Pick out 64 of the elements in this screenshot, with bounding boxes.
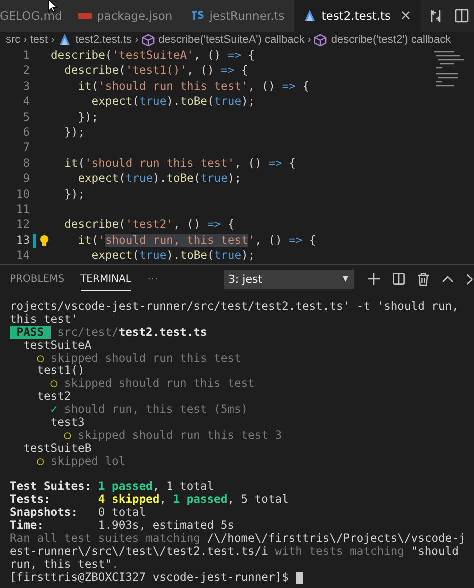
- breadcrumb-separator: ›: [308, 34, 312, 46]
- code-line: expect(true).toBe(true);: [77, 171, 242, 187]
- code-line: expect(true).toBe(true);: [90, 248, 256, 264]
- terminal-line: ○ skipped should run this test: [36, 352, 242, 365]
- breadcrumb-item[interactable]: test2.test.ts: [58, 33, 132, 47]
- editor-tab[interactable]: jestRunner.ts: [182, 0, 294, 32]
- editor-tab[interactable]: package.json: [69, 0, 182, 32]
- terminal-line: ○ skipped should run this test 3: [63, 430, 282, 443]
- line-number: 6: [22, 124, 30, 140]
- line-number: 8: [22, 156, 30, 172]
- terminal-line: run, this test".: [10, 558, 119, 572]
- breadcrumb-item[interactable]: test: [30, 34, 48, 46]
- close-icon[interactable]: ×: [400, 8, 412, 24]
- line-number: 10: [15, 186, 30, 202]
- line-number: 13: [15, 232, 30, 248]
- code-line: it('should run this test', () => {: [64, 156, 296, 172]
- terminal-line: ○ skipped lol: [36, 456, 126, 469]
- terminal-line: this test': [10, 314, 78, 327]
- terminal-line: ○ skipped should run this test: [50, 378, 255, 392]
- terminal-line: Snapshots: 0 total: [10, 507, 146, 520]
- code-line: describe('test2', () => {: [64, 217, 235, 233]
- line-number: 7: [22, 140, 30, 156]
- line-number: 1: [22, 48, 30, 64]
- terminal-line: test1(): [36, 365, 85, 378]
- shell-prompt: [firsttris@ZBOXCI327 vscode-jest-runner]$: [10, 572, 290, 585]
- terminal-line: est-runner\/src\/test\/test2.test.ts/i with tests matching "should: [10, 546, 459, 559]
- line-number: 11: [15, 202, 30, 218]
- editor-tab[interactable]: test2.test.ts ×: [294, 0, 421, 32]
- line-number: 2: [22, 63, 30, 79]
- line-number: 5: [22, 110, 30, 125]
- line-number: 14: [15, 248, 30, 264]
- code-line: });: [77, 110, 99, 125]
- terminal-line: ✓ should run, this test (5ms): [50, 404, 248, 418]
- breadcrumb-item[interactable]: src: [6, 34, 21, 46]
- terminal-line: test2: [36, 391, 72, 404]
- breadcrumb-separator: ›: [24, 34, 28, 46]
- line-number: 12: [15, 217, 30, 233]
- breadcrumb-separator: ›: [135, 34, 139, 46]
- breadcrumb-item[interactable]: describe('testSuiteA') callback: [142, 34, 305, 46]
- terminal-line: Tests: 4 skipped, 1 passed, 5 total: [10, 494, 289, 507]
- more-button[interactable]: ···: [147, 273, 158, 285]
- panel-tab[interactable]: PROBLEMS: [10, 268, 65, 290]
- code-line: });: [64, 186, 86, 202]
- terminal-line: testSuiteA: [22, 340, 92, 353]
- terminal-line: Test Suites: 1 passed, 1 total: [10, 481, 214, 494]
- code-line: it('should run, this test', () => {: [77, 232, 316, 248]
- code-line: describe('testSuiteA', () => {: [51, 48, 256, 64]
- terminal-line: test3: [50, 417, 85, 430]
- line-number: 4: [22, 94, 30, 110]
- code-line: });: [64, 124, 86, 140]
- panel-tab[interactable]: TERMINAL: [80, 268, 132, 290]
- line-number: 3: [22, 78, 30, 94]
- line-number: 9: [22, 171, 30, 187]
- code-line: it('should run this test', () => {: [77, 78, 310, 94]
- breadcrumb-item[interactable]: describe('test2') callback: [314, 34, 452, 46]
- editor-tab[interactable]: GELOG.md: [0, 0, 69, 32]
- terminal-line: Time: 1.903s, estimated 5s: [10, 520, 234, 533]
- terminal-line: testSuiteB: [22, 442, 92, 456]
- terminal-line: PASS src/test/test2.test.ts: [10, 326, 208, 340]
- terminal-line: rojects/vscode-jest-runner/src/test/test2.test.ts' -t 'should run,: [10, 301, 459, 314]
- terminal-line: Ran all test suites matching /\/home\/firsttris\/Projects\/vscode-j: [10, 533, 466, 546]
- breadcrumb-separator: ›: [51, 34, 55, 46]
- code-line: expect(true).toBe(true);: [90, 94, 256, 110]
- code-line: describe('test1()', () => {: [64, 63, 248, 79]
